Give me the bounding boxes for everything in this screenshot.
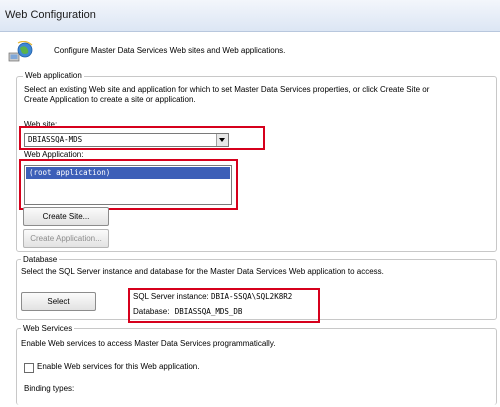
window-titlebar: Web Configuration <box>0 0 500 32</box>
enable-web-services-checkbox[interactable] <box>24 363 34 373</box>
web-configuration-icon <box>8 41 33 62</box>
web-application-description-line2: Create Application to create a site or a… <box>24 95 196 104</box>
enable-web-services-label[interactable]: Enable Web services for this Web applica… <box>37 362 199 372</box>
database-highlight-box <box>128 288 320 323</box>
window-title: Web Configuration <box>5 9 96 21</box>
database-legend: Database <box>21 255 60 264</box>
database-description: Select the SQL Server instance and datab… <box>21 267 384 276</box>
web-application-description-line1: Select an existing Web site and applicat… <box>24 85 430 94</box>
header-description: Configure Master Data Services Web sites… <box>54 46 286 55</box>
website-highlight-box <box>19 126 265 150</box>
web-application-highlight-box <box>19 159 238 210</box>
select-button-label: Select <box>47 297 70 306</box>
web-application-legend: Web application <box>23 71 84 80</box>
binding-types-label: Binding types: <box>24 384 75 393</box>
create-application-label: Create Application... <box>30 234 102 243</box>
web-services-description: Enable Web services to access Master Dat… <box>21 339 276 348</box>
create-site-button[interactable]: Create Site... <box>23 207 109 226</box>
select-button[interactable]: Select <box>21 292 96 311</box>
create-application-button[interactable]: Create Application... <box>23 229 109 248</box>
web-services-legend: Web Services <box>21 324 75 333</box>
create-site-label: Create Site... <box>42 212 90 221</box>
